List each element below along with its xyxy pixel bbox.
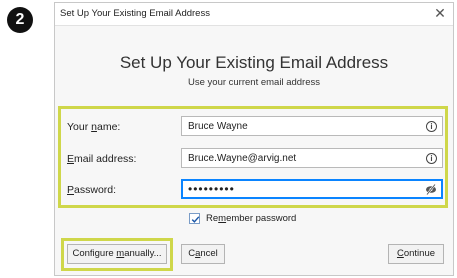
password-row: Password:: [67, 179, 447, 201]
email-input[interactable]: [182, 149, 424, 167]
email-row: Email address: i: [67, 148, 447, 170]
checkmark-icon: [191, 216, 200, 223]
dialog-title: Set Up Your Existing Email Address: [60, 8, 210, 19]
password-field[interactable]: [181, 179, 443, 199]
email-setup-dialog: Set Up Your Existing Email Address ✕ Set…: [54, 2, 454, 276]
eye-slash-icon[interactable]: [425, 184, 437, 195]
info-icon[interactable]: i: [426, 121, 437, 132]
remember-password-checkbox[interactable]: [189, 213, 200, 224]
info-icon[interactable]: i: [426, 153, 437, 164]
page-title: Set Up Your Existing Email Address: [119, 53, 389, 72]
configure-manually-button[interactable]: Configure manually...: [67, 244, 167, 264]
name-row: Your name: i: [67, 116, 447, 138]
remember-password-label: Remember password: [206, 213, 297, 224]
dialog-titlebar: Set Up Your Existing Email Address ✕: [55, 3, 453, 26]
email-label: Email address:: [67, 153, 137, 165]
email-field[interactable]: i: [181, 148, 443, 168]
continue-button[interactable]: Continue: [388, 244, 444, 264]
page-subtitle: Use your current email address: [188, 77, 320, 88]
cancel-button[interactable]: Cancel: [181, 244, 225, 264]
step-number-badge: 2: [7, 7, 33, 33]
password-input[interactable]: [182, 180, 424, 198]
name-field[interactable]: i: [181, 116, 443, 136]
name-input[interactable]: [182, 117, 424, 135]
close-icon[interactable]: ✕: [433, 5, 447, 21]
password-label: Password:: [67, 184, 117, 196]
name-label: Your name:: [67, 121, 121, 133]
